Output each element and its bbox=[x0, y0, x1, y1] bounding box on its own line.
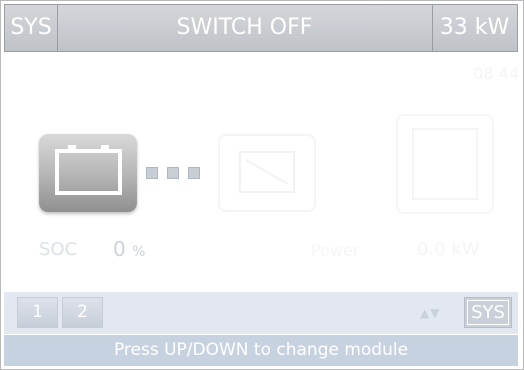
sys-button[interactable]: SYS bbox=[464, 297, 512, 328]
module-2-button[interactable]: 2 bbox=[62, 297, 103, 328]
connection-dot bbox=[188, 167, 200, 179]
battery-icon bbox=[39, 134, 137, 212]
hmi-screen: SYS SWITCH OFF 33 kW 08 44 SOC 0 % Power… bbox=[0, 0, 524, 370]
inverter-icon bbox=[218, 134, 316, 212]
connection-dot bbox=[146, 167, 158, 179]
bottom-toolbar: 1 2 ▲▼ SYS bbox=[4, 292, 518, 334]
connection-dot bbox=[167, 167, 179, 179]
soc-unit: % bbox=[132, 244, 146, 260]
status-header: SYS SWITCH OFF 33 kW bbox=[4, 4, 518, 52]
power-value: 0.0 kW bbox=[417, 239, 480, 260]
soc-number: 0 bbox=[113, 237, 126, 261]
corner-code: 08 44 bbox=[473, 64, 519, 83]
module-1-button[interactable]: 1 bbox=[17, 297, 58, 328]
header-power-readout: 33 kW bbox=[439, 15, 510, 40]
module-2-label: 2 bbox=[77, 302, 88, 322]
header-status-text: SWITCH OFF bbox=[57, 5, 433, 51]
soc-label: SOC bbox=[39, 239, 78, 260]
header-sys-label: SYS bbox=[5, 5, 58, 51]
module-1-label: 1 bbox=[32, 302, 43, 322]
up-down-arrows-icon[interactable]: ▲▼ bbox=[420, 306, 440, 320]
hint-bar: Press UP/DOWN to change module bbox=[4, 335, 518, 366]
grid-icon bbox=[396, 114, 494, 214]
power-label: Power bbox=[311, 241, 360, 260]
soc-value: 0 % bbox=[113, 237, 145, 261]
